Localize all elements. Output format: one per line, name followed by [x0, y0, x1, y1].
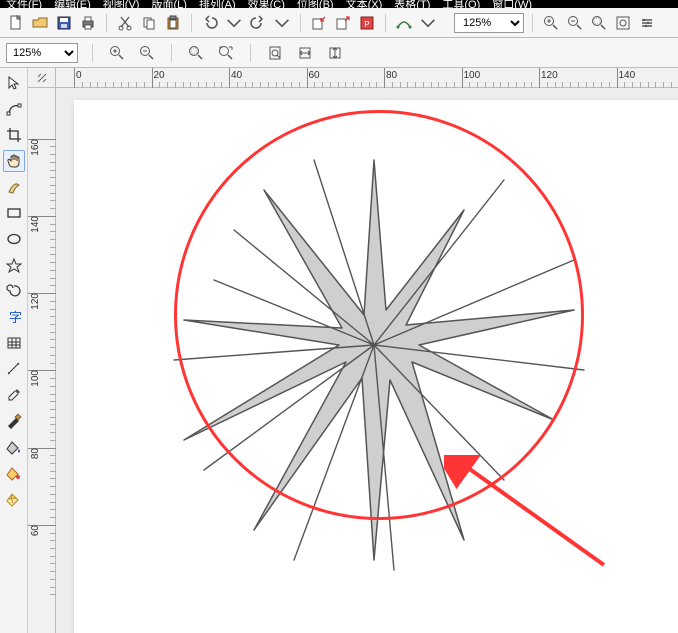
menu-bar: 文件(F) 编辑(E) 视图(V) 版面(L) 排列(A) 效果(C) 位图(B… — [0, 0, 678, 8]
save-button[interactable] — [54, 13, 74, 33]
menu-text[interactable]: 文本(X) — [346, 0, 383, 8]
mesh-fill-tool[interactable] — [3, 488, 25, 510]
menu-window[interactable]: 窗口(W) — [492, 0, 532, 8]
paste-button[interactable] — [163, 13, 183, 33]
zoom-width-icon[interactable] — [295, 43, 315, 63]
copy-button[interactable] — [139, 13, 159, 33]
zoom-select-main[interactable]: 125% — [454, 13, 524, 33]
undo-button[interactable] — [200, 13, 220, 33]
zoom-sel-icon[interactable] — [589, 13, 609, 33]
fill-tool[interactable] — [3, 436, 25, 458]
zoom-out-icon[interactable] — [565, 13, 585, 33]
zoom-out2-icon[interactable] — [137, 43, 157, 63]
zoom-in2-icon[interactable] — [107, 43, 127, 63]
snap-drop-icon[interactable] — [418, 13, 438, 33]
zoom-in-icon[interactable] — [541, 13, 561, 33]
toolbox: 字 — [0, 68, 28, 633]
redo-button[interactable] — [248, 13, 268, 33]
document-page[interactable] — [74, 100, 678, 633]
vertical-ruler[interactable]: 6080100120140160 — [28, 88, 56, 633]
zoom-height-icon[interactable] — [325, 43, 345, 63]
zoom-page2-icon[interactable] — [265, 43, 285, 63]
work-area: 字 020406080100120140 6080100120140160 — [0, 68, 678, 633]
publish-button[interactable]: P — [357, 13, 377, 33]
zoom-page-icon[interactable] — [613, 13, 633, 33]
zoom-all2-icon[interactable] — [216, 43, 236, 63]
snap-button[interactable] — [394, 13, 414, 33]
property-bar: 125% — [0, 38, 678, 68]
shape-tool[interactable] — [3, 98, 25, 120]
options-icon[interactable] — [637, 13, 657, 33]
menu-tools[interactable]: 工具(O) — [442, 0, 480, 8]
dimension-tool[interactable] — [3, 358, 25, 380]
text-tool[interactable]: 字 — [3, 306, 25, 328]
smear-tool[interactable] — [3, 176, 25, 198]
canvas-area: 020406080100120140 6080100120140160 — [28, 68, 678, 633]
redo-drop-icon[interactable] — [272, 13, 292, 33]
pick-tool[interactable] — [3, 72, 25, 94]
horizontal-ruler[interactable]: 020406080100120140 — [56, 68, 678, 88]
hand-tool[interactable] — [3, 150, 25, 172]
crop-tool[interactable] — [3, 124, 25, 146]
standard-toolbar: P 125% — [0, 8, 678, 38]
spiral-tool[interactable] — [3, 280, 25, 302]
table-tool[interactable] — [3, 332, 25, 354]
menu-table[interactable]: 表格(T) — [394, 0, 430, 8]
svg-text:字: 字 — [9, 310, 22, 325]
menu-file[interactable]: 文件(F) — [6, 0, 42, 8]
outline-tool[interactable] — [3, 410, 25, 432]
canvas-viewport[interactable] — [56, 88, 678, 633]
menu-edit[interactable]: 编辑(E) — [54, 0, 91, 8]
menu-effects[interactable]: 效果(C) — [248, 0, 285, 8]
polygon-tool[interactable] — [3, 254, 25, 276]
menu-bitmap[interactable]: 位图(B) — [297, 0, 334, 8]
zoom-select-secondary[interactable]: 125% — [6, 43, 78, 63]
crack-shape[interactable] — [144, 120, 604, 580]
menu-arrange[interactable]: 排列(A) — [199, 0, 236, 8]
export-button[interactable] — [333, 13, 353, 33]
ellipse-tool[interactable] — [3, 228, 25, 250]
svg-text:P: P — [364, 20, 369, 29]
ruler-origin[interactable] — [28, 68, 56, 88]
rectangle-tool[interactable] — [3, 202, 25, 224]
menu-layout[interactable]: 版面(L) — [151, 0, 186, 8]
zoom-sel2-icon[interactable] — [186, 43, 206, 63]
new-button[interactable] — [6, 13, 26, 33]
eyedropper-tool[interactable] — [3, 384, 25, 406]
open-button[interactable] — [30, 13, 50, 33]
undo-drop-icon[interactable] — [224, 13, 244, 33]
menu-view[interactable]: 视图(V) — [103, 0, 140, 8]
cut-button[interactable] — [115, 13, 135, 33]
interactive-fill-tool[interactable] — [3, 462, 25, 484]
import-button[interactable] — [309, 13, 329, 33]
print-button[interactable] — [78, 13, 98, 33]
